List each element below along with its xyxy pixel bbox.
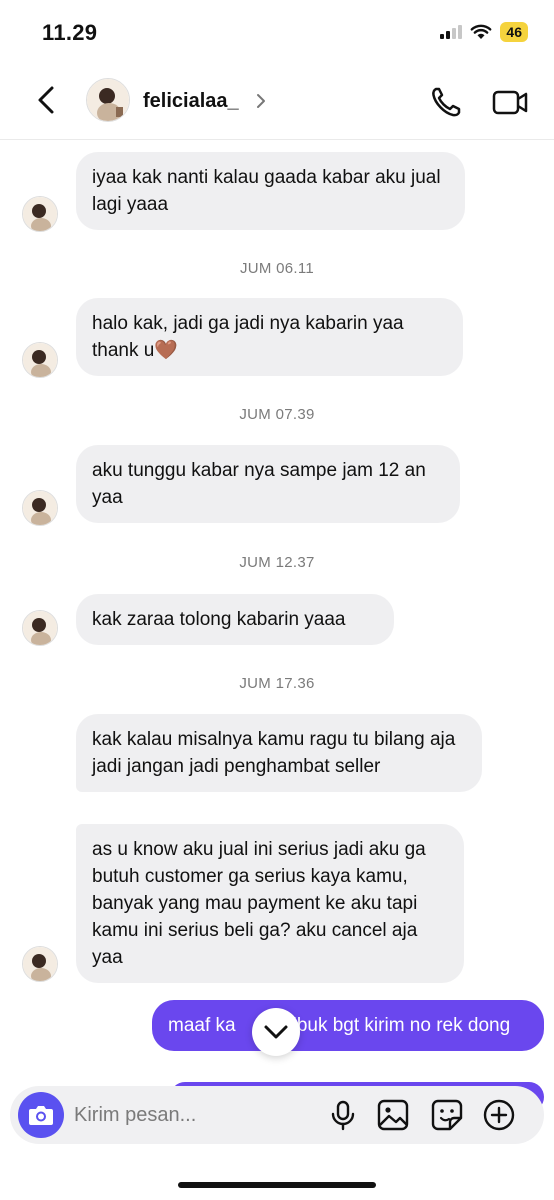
signal-icon (440, 25, 463, 39)
gallery-button[interactable] (376, 1098, 410, 1132)
home-indicator (178, 1182, 376, 1188)
status-icons: 46 (440, 22, 528, 42)
message-timestamp: JUM 12.37 (239, 554, 315, 571)
battery-indicator: 46 (500, 22, 528, 42)
sent-message[interactable]: maaf ka g sibuk bgt kirim no rek dong (152, 1000, 544, 1051)
video-call-button[interactable] (490, 84, 530, 120)
more-options-button[interactable] (482, 1098, 516, 1132)
sender-avatar[interactable] (22, 946, 58, 982)
message-timestamp: JUM 06.11 (239, 260, 315, 277)
scroll-to-bottom-button[interactable] (252, 1008, 300, 1056)
received-message[interactable]: aku tunggu kabar nya sampe jam 12 an yaa (76, 445, 460, 523)
back-button[interactable] (30, 82, 66, 118)
plus-icon (483, 1099, 515, 1131)
profile-username[interactable]: felicialaa_ (143, 90, 239, 113)
chevron-down-icon (264, 1025, 288, 1039)
sender-avatar[interactable] (22, 342, 58, 378)
camera-button[interactable] (18, 1092, 64, 1138)
voice-message-button[interactable] (326, 1098, 360, 1132)
profile-avatar[interactable] (86, 78, 130, 122)
avatar-image (23, 343, 57, 377)
sender-avatar[interactable] (22, 196, 58, 232)
received-message[interactable]: kak zaraa tolong kabarin yaaa (76, 594, 394, 645)
received-message[interactable]: iyaa kak nanti kalau gaada kabar aku jua… (76, 152, 465, 230)
message-composer (10, 1086, 544, 1144)
avatar-image (23, 611, 57, 645)
image-icon (377, 1099, 409, 1131)
voice-call-button[interactable] (428, 84, 464, 120)
sender-avatar[interactable] (22, 490, 58, 526)
chat-header: felicialaa_ (0, 62, 554, 140)
status-time: 11.29 (42, 20, 98, 45)
wifi-icon (471, 24, 492, 39)
avatar-image (23, 947, 57, 981)
message-timestamp: JUM 17.36 (239, 675, 315, 692)
phone-icon (432, 87, 461, 117)
received-message[interactable]: halo kak, jadi ga jadi nya kabarin yaa t… (76, 298, 463, 376)
microphone-icon (331, 1100, 355, 1131)
back-arrow-icon (38, 86, 54, 114)
chevron-right-icon[interactable] (254, 92, 268, 110)
sticker-button[interactable] (430, 1098, 464, 1132)
sender-avatar[interactable] (22, 610, 58, 646)
video-camera-icon (492, 90, 528, 115)
status-bar: 11.29 46 (0, 0, 554, 62)
camera-icon (29, 1106, 53, 1125)
message-input[interactable] (74, 1096, 314, 1134)
sticker-icon (431, 1099, 463, 1131)
received-message[interactable]: as u know aku jual ini serius jadi aku g… (76, 824, 464, 983)
avatar-image (23, 491, 57, 525)
avatar-image (87, 79, 129, 121)
received-message[interactable]: kak kalau misalnya kamu ragu tu bilang a… (76, 714, 482, 792)
message-timestamp: JUM 07.39 (239, 406, 315, 423)
avatar-image (23, 197, 57, 231)
